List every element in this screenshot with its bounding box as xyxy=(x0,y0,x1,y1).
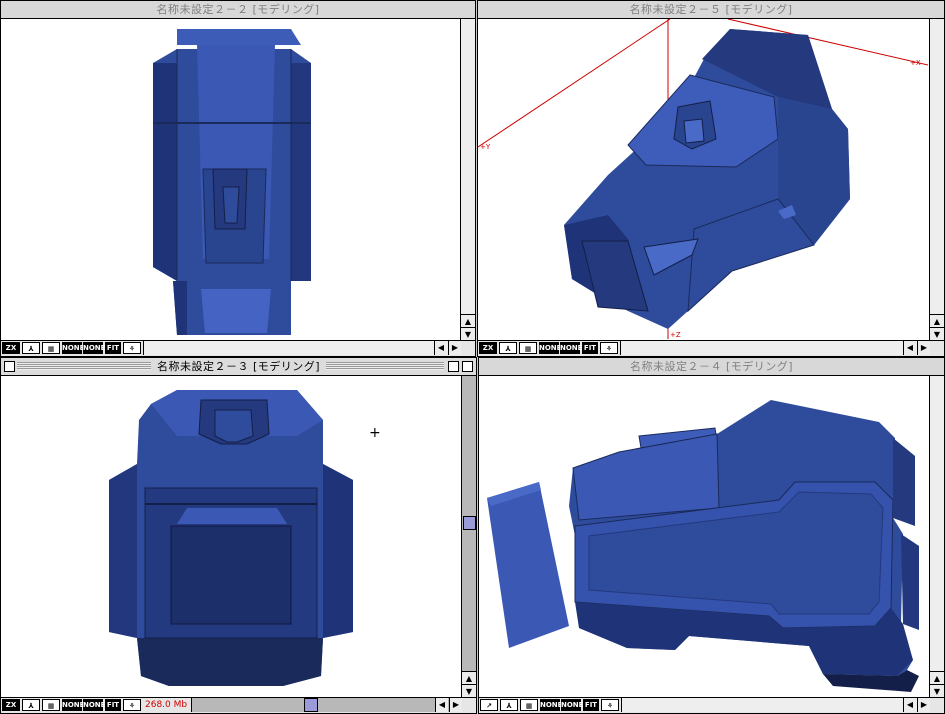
perspective-icon[interactable]: ⅄ xyxy=(22,699,40,711)
axis-label-x: +X xyxy=(910,59,921,67)
window-title: 名称未設定２－２ [モデリング] xyxy=(150,3,326,16)
scroll-down-arrow-icon[interactable]: ▼ xyxy=(930,327,944,341)
scroll-right-arrow-icon[interactable]: ▶ xyxy=(917,341,930,355)
scroll-thumb[interactable] xyxy=(304,698,318,712)
scroll-left-arrow-icon[interactable]: ◀ xyxy=(903,698,916,712)
model-face xyxy=(173,281,187,335)
scroll-right-arrow-icon[interactable]: ▶ xyxy=(917,698,930,712)
snap-none-button-2[interactable]: NONE xyxy=(83,342,105,354)
model-face xyxy=(487,482,569,648)
vertical-scrollbar[interactable]: ▲ ▼ xyxy=(460,19,475,341)
viewport-window-perspective[interactable]: 名称未設定２－５ [モデリング] +Y +X +Z ▲ ▼ ZX ⅄ ▦ NON… xyxy=(477,0,945,357)
axis-label-y: +Y xyxy=(480,143,491,151)
axis-label-z: +Z xyxy=(670,331,681,339)
scroll-up-arrow-icon[interactable]: ▲ xyxy=(462,671,476,685)
camera-icon[interactable]: ⚘ xyxy=(601,699,619,711)
scroll-down-arrow-icon[interactable]: ▼ xyxy=(462,684,476,698)
camera-icon[interactable]: ⚘ xyxy=(123,342,141,354)
window-title: 名称未設定２－３ [モデリング] xyxy=(150,360,327,373)
model-face xyxy=(893,438,915,526)
axis-toggle-icon[interactable]: ↗ xyxy=(480,699,498,711)
window-title-bar[interactable]: 名称未設定２－２ [モデリング] xyxy=(1,1,475,19)
fit-button[interactable]: FIT xyxy=(105,699,121,711)
fit-button[interactable]: FIT xyxy=(583,699,599,711)
model-face xyxy=(177,508,287,524)
axis-toggle-icon[interactable]: ZX xyxy=(2,342,20,354)
grid-icon[interactable]: ▦ xyxy=(42,342,60,354)
model-face xyxy=(323,464,353,638)
snap-none-button-2[interactable]: NONE xyxy=(560,342,582,354)
window-title-bar[interactable]: 名称未設定２－４ [モデリング] xyxy=(479,358,944,376)
viewport-canvas[interactable] xyxy=(479,376,928,698)
model-face xyxy=(683,118,705,144)
vertical-scrollbar[interactable]: ▲ ▼ xyxy=(929,19,944,341)
model-face xyxy=(222,186,240,224)
model-face xyxy=(214,409,254,443)
viewport-window-top[interactable]: 名称未設定２－３ [モデリング] + ▲ ▼ ZX ⅄ ▦ NONE NONE … xyxy=(0,357,477,714)
scroll-right-arrow-icon[interactable]: ▶ xyxy=(448,341,461,355)
horizontal-scrollbar[interactable]: ◀ ▶ xyxy=(620,341,930,355)
vertical-scrollbar[interactable]: ▲ ▼ xyxy=(929,376,944,698)
perspective-icon[interactable]: ⅄ xyxy=(22,342,40,354)
viewport-window-front[interactable]: 名称未設定２－２ [モデリング] ▲ ▼ ZX ⅄ ▦ NONE NONE FI… xyxy=(0,0,476,357)
camera-icon[interactable]: ⚘ xyxy=(123,699,141,711)
grid-icon[interactable]: ▦ xyxy=(520,699,538,711)
horizontal-scrollbar[interactable]: ◀ ▶ xyxy=(191,698,462,712)
model-face xyxy=(201,289,271,333)
window-statusbar: ↗ ⅄ ▦ NONE NONE FIT ⚘ ◀ ▶ xyxy=(479,697,944,713)
scroll-up-arrow-icon[interactable]: ▲ xyxy=(930,314,944,328)
close-box-icon[interactable] xyxy=(4,361,15,372)
perspective-icon[interactable]: ⅄ xyxy=(499,342,517,354)
scroll-up-arrow-icon[interactable]: ▲ xyxy=(930,671,944,685)
model-face xyxy=(153,63,177,281)
window-title-bar[interactable]: 名称未設定２－３ [モデリング] xyxy=(1,358,476,376)
window-statusbar: ZX ⅄ ▦ NONE NONE FIT ⚘ ◀ ▶ xyxy=(1,340,475,356)
model-face xyxy=(137,638,323,686)
crosshair-cursor-icon: + xyxy=(369,425,381,441)
snap-none-button[interactable]: NONE xyxy=(62,699,84,711)
fit-button[interactable]: FIT xyxy=(582,342,598,354)
scroll-up-arrow-icon[interactable]: ▲ xyxy=(461,314,475,328)
snap-none-button[interactable]: NONE xyxy=(62,342,84,354)
window-title: 名称未設定２－５ [モデリング] xyxy=(623,3,799,16)
window-statusbar: ZX ⅄ ▦ NONE NONE FIT ⚘ 268.0 Mb ◀ ▶ xyxy=(1,697,476,713)
snap-none-button[interactable]: NONE xyxy=(539,342,561,354)
scroll-left-arrow-icon[interactable]: ◀ xyxy=(435,698,448,712)
snap-none-button-2[interactable]: NONE xyxy=(561,699,583,711)
model-face xyxy=(177,29,301,45)
memory-readout: 268.0 Mb xyxy=(145,700,188,710)
model-face xyxy=(901,534,919,630)
scroll-left-arrow-icon[interactable]: ◀ xyxy=(434,341,447,355)
scroll-down-arrow-icon[interactable]: ▼ xyxy=(461,327,475,341)
window-statusbar: ZX ⅄ ▦ NONE NONE FIT ⚘ ◀ ▶ xyxy=(478,340,944,356)
horizontal-scrollbar[interactable]: ◀ ▶ xyxy=(143,341,461,355)
viewport-window-side[interactable]: 名称未設定２－４ [モデリング] ▲ ▼ ↗ ⅄ ▦ NONE NONE FIT… xyxy=(478,357,945,714)
model-face xyxy=(291,63,311,281)
collapse-box-icon[interactable] xyxy=(462,361,473,372)
model-face xyxy=(572,433,720,521)
grid-icon[interactable]: ▦ xyxy=(519,342,537,354)
viewport-canvas[interactable]: +Y +X +Z xyxy=(478,19,928,341)
scroll-down-arrow-icon[interactable]: ▼ xyxy=(930,684,944,698)
viewport-canvas[interactable] xyxy=(1,19,459,341)
model-face xyxy=(170,525,292,625)
viewport-canvas[interactable]: + xyxy=(1,376,460,698)
axis-toggle-icon[interactable]: ZX xyxy=(2,699,20,711)
window-title: 名称未設定２－４ [モデリング] xyxy=(623,360,800,373)
grid-icon[interactable]: ▦ xyxy=(42,699,60,711)
model-face xyxy=(109,464,137,638)
horizontal-scrollbar[interactable]: ◀ ▶ xyxy=(621,698,930,712)
axis-toggle-icon[interactable]: ZX xyxy=(479,342,497,354)
scroll-right-arrow-icon[interactable]: ▶ xyxy=(449,698,462,712)
snap-none-button-2[interactable]: NONE xyxy=(83,699,105,711)
vertical-scrollbar[interactable]: ▲ ▼ xyxy=(461,376,476,698)
scroll-left-arrow-icon[interactable]: ◀ xyxy=(903,341,916,355)
window-title-bar[interactable]: 名称未設定２－５ [モデリング] xyxy=(478,1,944,19)
perspective-icon[interactable]: ⅄ xyxy=(500,699,518,711)
snap-none-button[interactable]: NONE xyxy=(540,699,562,711)
zoom-box-icon[interactable] xyxy=(448,361,459,372)
camera-icon[interactable]: ⚘ xyxy=(600,342,618,354)
scroll-thumb[interactable] xyxy=(463,516,476,530)
fit-button[interactable]: FIT xyxy=(105,342,121,354)
